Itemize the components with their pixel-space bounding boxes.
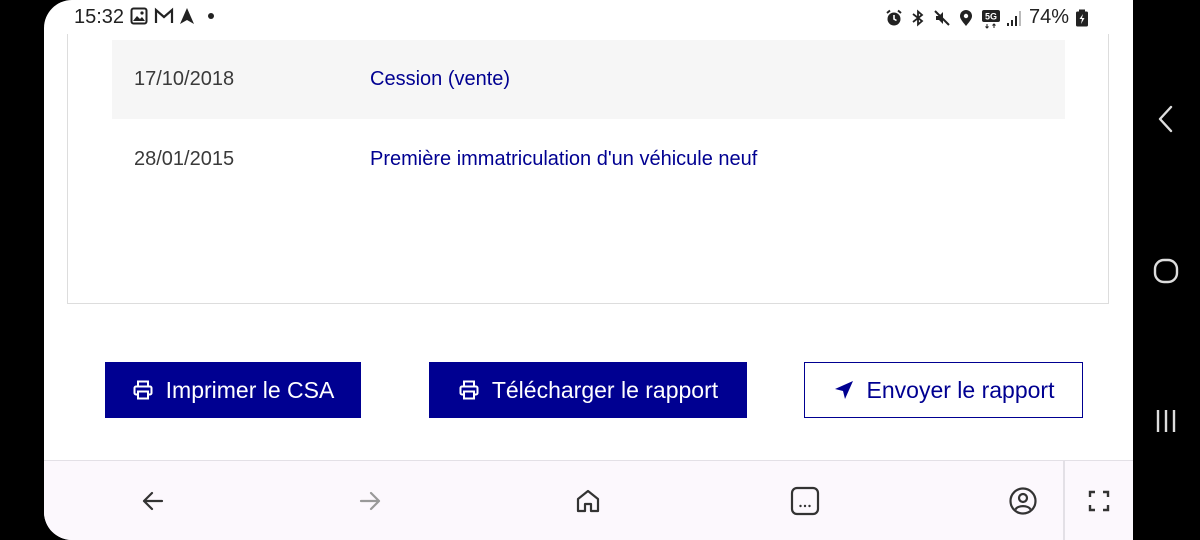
history-date: 17/10/2018 [134, 68, 235, 90]
history-row: 28/01/2015 Première immatriculation d'un… [112, 120, 1065, 199]
profile-icon[interactable] [1005, 483, 1041, 519]
history-card: 17/10/2018 Cession (vente) 28/01/2015 Pr… [67, 34, 1109, 304]
forward-icon[interactable] [352, 483, 388, 519]
print-csa-label: Imprimer le CSA [165, 376, 335, 403]
home-icon[interactable] [570, 483, 606, 519]
mute-icon [933, 9, 951, 27]
history-row: 17/10/2018 Cession (vente) [112, 40, 1065, 119]
navigation-icon [178, 7, 196, 25]
download-report-button[interactable]: Télécharger le rapport [429, 362, 747, 418]
svg-text:5G: 5G [985, 11, 997, 21]
gallery-icon [130, 7, 148, 25]
status-bar: 15:32 5G 74% [44, 0, 1133, 34]
gmail-icon [154, 7, 174, 25]
history-date: 28/01/2015 [134, 148, 235, 170]
phone-screen: 15:32 5G 74% 17/10/2018 Cession (vente) … [44, 0, 1133, 540]
send-report-button[interactable]: Envoyer le rapport [804, 362, 1083, 418]
fullscreen-icon[interactable] [1081, 483, 1117, 519]
print-csa-button[interactable]: Imprimer le CSA [105, 362, 361, 418]
nav-back-icon[interactable] [1149, 102, 1183, 136]
nav-recents-icon[interactable] [1149, 404, 1183, 438]
tabs-icon[interactable] [787, 483, 823, 519]
printer-icon [132, 379, 154, 401]
signal-icon [1005, 9, 1023, 27]
printer-icon [458, 379, 480, 401]
toolbar-divider [1063, 461, 1065, 540]
location-icon [957, 9, 975, 27]
network-5g-icon: 5G [981, 9, 1000, 29]
bluetooth-icon [909, 9, 927, 27]
status-time: 15:32 [74, 6, 125, 28]
back-icon[interactable] [135, 483, 171, 519]
download-report-label: Télécharger le rapport [491, 376, 719, 403]
battery-icon [1075, 9, 1093, 27]
history-event: Première immatriculation d'un véhicule n… [370, 148, 758, 170]
battery-percent: 74% [1028, 6, 1069, 28]
send-report-label: Envoyer le rapport [866, 376, 1055, 403]
history-event: Cession (vente) [370, 68, 511, 90]
send-icon [833, 379, 855, 401]
browser-toolbar [44, 460, 1133, 540]
system-nav-bar [1133, 0, 1200, 540]
dot-icon [202, 7, 220, 25]
alarm-icon [885, 9, 903, 27]
nav-home-icon[interactable] [1149, 254, 1183, 288]
